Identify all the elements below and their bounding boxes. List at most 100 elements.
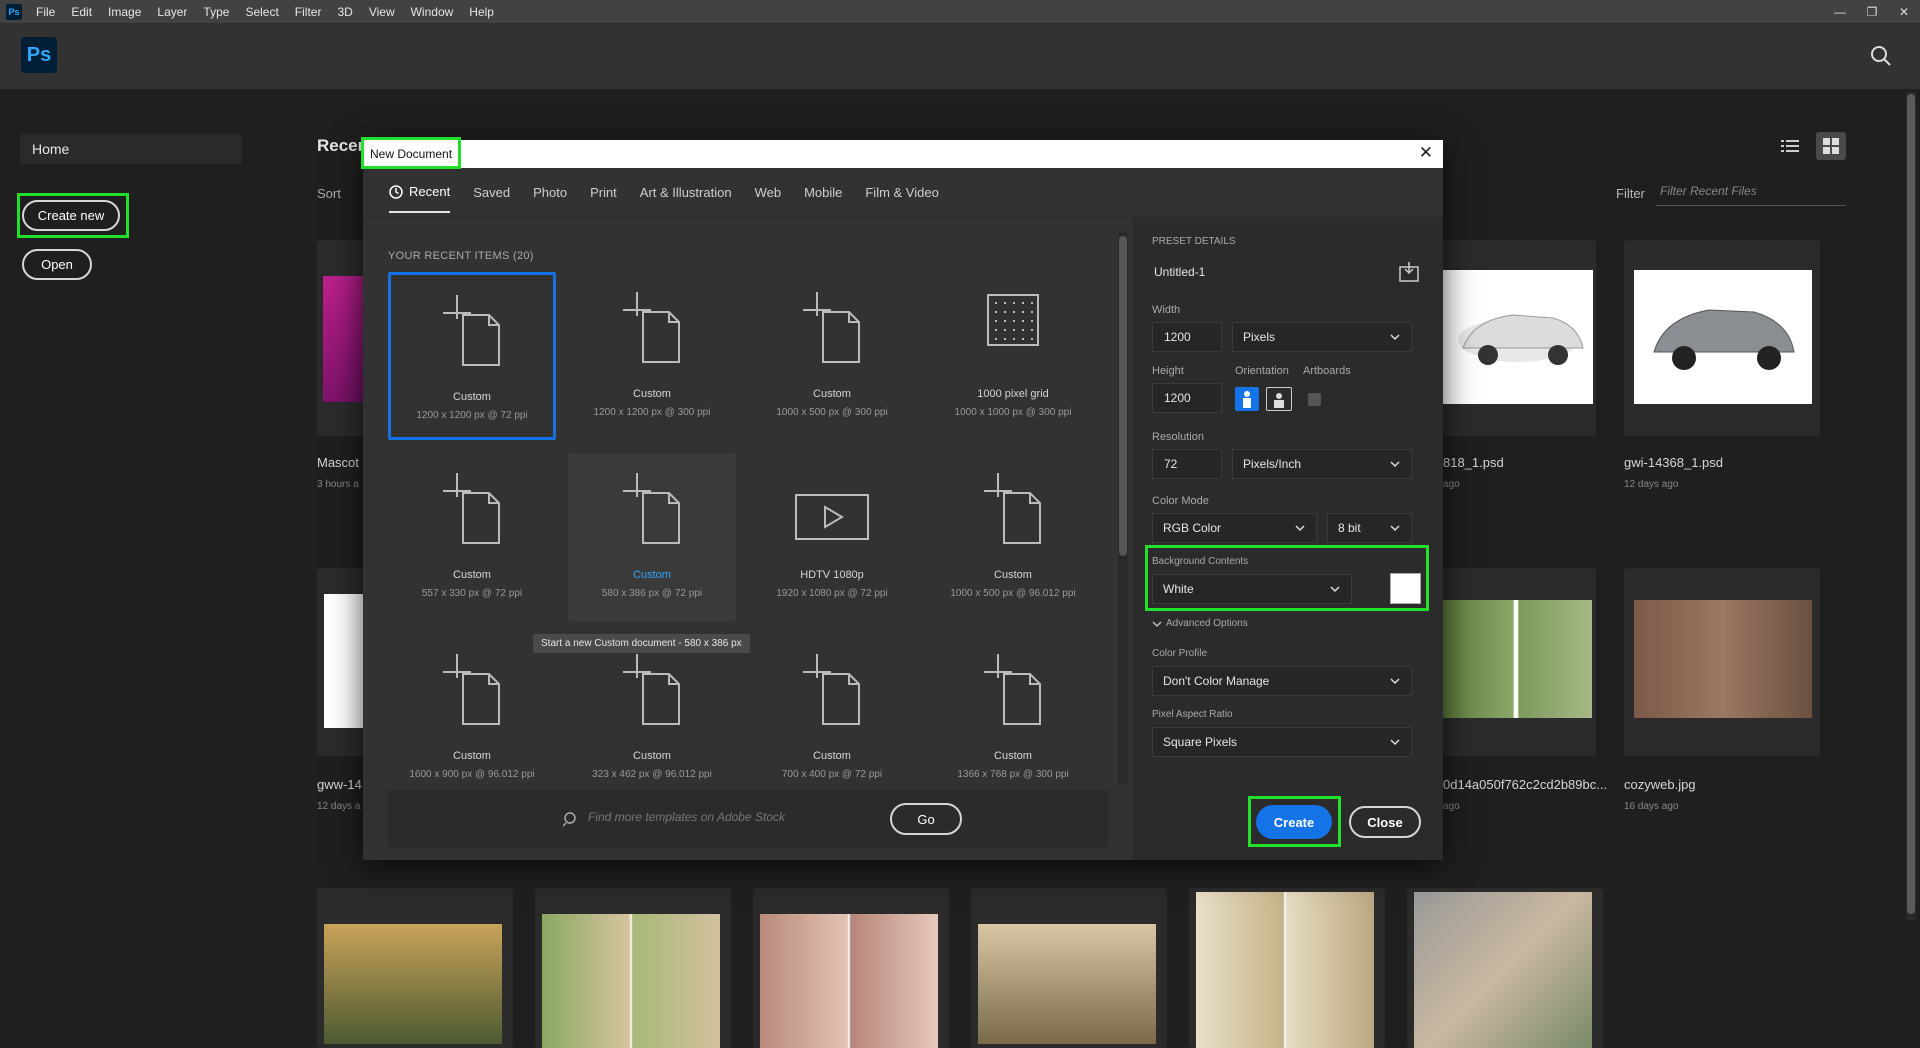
color-profile-value: Don't Color Manage <box>1163 674 1270 688</box>
color-mode-label: Color Mode <box>1152 495 1209 507</box>
advanced-options-toggle[interactable]: Advanced Options <box>1152 618 1248 629</box>
main-scrollbar[interactable] <box>1906 92 1916 920</box>
file-date: 12 days a <box>317 801 361 812</box>
menu-file[interactable]: File <box>36 5 55 19</box>
menu-filter[interactable]: Filter <box>295 5 322 19</box>
filter-label: Filter <box>1616 186 1645 201</box>
menu-view[interactable]: View <box>369 5 395 19</box>
recent-file-card[interactable] <box>1407 888 1603 1048</box>
file-thumbnail <box>1196 892 1374 1048</box>
recent-file-card[interactable] <box>1189 888 1385 1048</box>
tab-print[interactable]: Print <box>590 184 617 213</box>
bit-depth-value: 8 bit <box>1338 521 1361 535</box>
chevron-down-icon <box>1390 678 1400 685</box>
menu-layer[interactable]: Layer <box>157 5 187 19</box>
menu-type[interactable]: Type <box>203 5 229 19</box>
background-contents-select[interactable]: White <box>1152 574 1352 604</box>
open-button[interactable]: Open <box>22 249 92 280</box>
car-image <box>1458 314 1584 365</box>
tab-recent[interactable]: Recent <box>389 184 451 213</box>
sort-label[interactable]: Sort <box>317 186 341 201</box>
bit-depth-select[interactable]: 8 bit <box>1327 513 1412 543</box>
menu-edit[interactable]: Edit <box>71 5 92 19</box>
menu-select[interactable]: Select <box>245 5 278 19</box>
tab-photo[interactable]: Photo <box>533 184 567 213</box>
tab-mobile[interactable]: Mobile <box>804 184 842 213</box>
file-name: gww-14 <box>317 777 362 792</box>
width-input[interactable]: 1200 <box>1152 322 1222 352</box>
menu-help[interactable]: Help <box>469 5 494 19</box>
preset-tile[interactable]: Custom 557 x 330 px @ 72 ppi <box>388 453 556 621</box>
list-view-button[interactable] <box>1775 132 1805 160</box>
height-input[interactable]: 1200 <box>1152 383 1222 413</box>
create-button[interactable]: Create <box>1256 805 1332 839</box>
app-header: Ps <box>0 23 1920 89</box>
preset-size: 1920 x 1080 px @ 72 ppi <box>776 588 888 599</box>
menu-window[interactable]: Window <box>411 5 454 19</box>
preset-tile[interactable]: Custom 580 x 386 px @ 72 ppi <box>568 453 736 621</box>
go-button[interactable]: Go <box>890 803 962 835</box>
pixel-aspect-select[interactable]: Square Pixels <box>1152 727 1412 757</box>
search-icon[interactable] <box>1870 45 1892 67</box>
file-date: ago <box>1443 801 1460 812</box>
recent-file-card[interactable] <box>971 888 1167 1048</box>
preset-tile[interactable]: Custom 1200 x 1200 px @ 300 ppi <box>568 272 736 440</box>
portrait-button[interactable] <box>1235 387 1259 411</box>
preset-tile[interactable]: Custom 1600 x 900 px @ 96.012 ppi <box>388 634 556 802</box>
home-nav-item[interactable]: Home <box>20 134 242 164</box>
presets-scrollbar[interactable] <box>1118 232 1128 784</box>
preset-tile[interactable]: Custom 1366 x 768 px @ 300 ppi <box>929 634 1097 802</box>
preset-tile[interactable]: Custom 1000 x 500 px @ 300 ppi <box>748 272 916 440</box>
preset-tile[interactable]: Custom 1000 x 500 px @ 96.012 ppi <box>929 453 1097 621</box>
recent-file-card[interactable] <box>1428 568 1596 756</box>
background-color-swatch[interactable] <box>1390 573 1421 604</box>
tab-saved[interactable]: Saved <box>473 184 510 213</box>
recent-file-card[interactable] <box>1428 240 1596 436</box>
restore-icon[interactable]: ❐ <box>1856 5 1888 19</box>
background-contents-label: Background Contents <box>1152 556 1249 567</box>
grid-view-button[interactable] <box>1816 132 1846 160</box>
preset-tile[interactable]: Custom 1200 x 1200 px @ 72 ppi <box>388 272 556 440</box>
pixel-aspect-label: Pixel Aspect Ratio <box>1152 709 1233 720</box>
preset-tile[interactable]: HDTV 1080p 1920 x 1080 px @ 72 ppi <box>748 453 916 621</box>
tab-film-video[interactable]: Film & Video <box>865 184 938 213</box>
close-button[interactable]: Close <box>1349 806 1421 838</box>
preset-size: 1366 x 768 px @ 300 ppi <box>957 769 1069 780</box>
recent-file-card[interactable] <box>317 888 513 1048</box>
recent-file-card[interactable] <box>1624 240 1820 436</box>
save-preset-icon[interactable] <box>1399 262 1419 282</box>
file-thumbnail <box>1414 892 1592 1048</box>
preset-name-field[interactable]: Untitled-1 <box>1154 265 1205 279</box>
window-close-icon[interactable]: ✕ <box>1888 5 1920 19</box>
recent-file-card[interactable] <box>317 568 367 756</box>
preset-tile[interactable]: 1000 pixel grid 1000 x 1000 px @ 300 ppi <box>929 272 1097 440</box>
preset-size: 1000 x 500 px @ 96.012 ppi <box>950 588 1076 599</box>
filter-input[interactable]: Filter Recent Files <box>1656 178 1846 206</box>
landscape-button[interactable] <box>1266 387 1292 411</box>
menu-image[interactable]: Image <box>108 5 141 19</box>
resolution-input[interactable]: 72 <box>1152 449 1222 479</box>
recent-file-card[interactable] <box>317 240 367 436</box>
orientation-label: Orientation <box>1235 365 1289 377</box>
file-thumbnail <box>324 924 502 1044</box>
minimize-icon[interactable]: — <box>1824 5 1856 19</box>
stock-search-input[interactable]: Find more templates on Adobe Stock <box>588 810 785 824</box>
create-new-button[interactable]: Create new <box>22 200 120 231</box>
chevron-down-icon <box>1390 739 1400 746</box>
tab-separator <box>363 217 1443 218</box>
width-unit-select[interactable]: Pixels <box>1232 322 1412 352</box>
recent-file-card[interactable] <box>1624 568 1820 756</box>
color-mode-select[interactable]: RGB Color <box>1152 513 1317 543</box>
recent-file-card[interactable] <box>753 888 949 1048</box>
resolution-unit-select[interactable]: Pixels/Inch <box>1232 449 1412 479</box>
menu-3d[interactable]: 3D <box>337 5 352 19</box>
close-icon[interactable]: ✕ <box>1419 143 1433 163</box>
tab-art-illustration[interactable]: Art & Illustration <box>640 184 732 213</box>
preset-name: Custom <box>453 750 491 762</box>
preset-tile[interactable]: Custom 323 x 462 px @ 96.012 ppi <box>568 634 736 802</box>
preset-tile[interactable]: Custom 700 x 400 px @ 72 ppi <box>748 634 916 802</box>
color-profile-select[interactable]: Don't Color Manage <box>1152 666 1412 696</box>
artboards-checkbox[interactable] <box>1308 393 1321 406</box>
recent-file-card[interactable] <box>535 888 731 1048</box>
tab-web[interactable]: Web <box>755 184 782 213</box>
